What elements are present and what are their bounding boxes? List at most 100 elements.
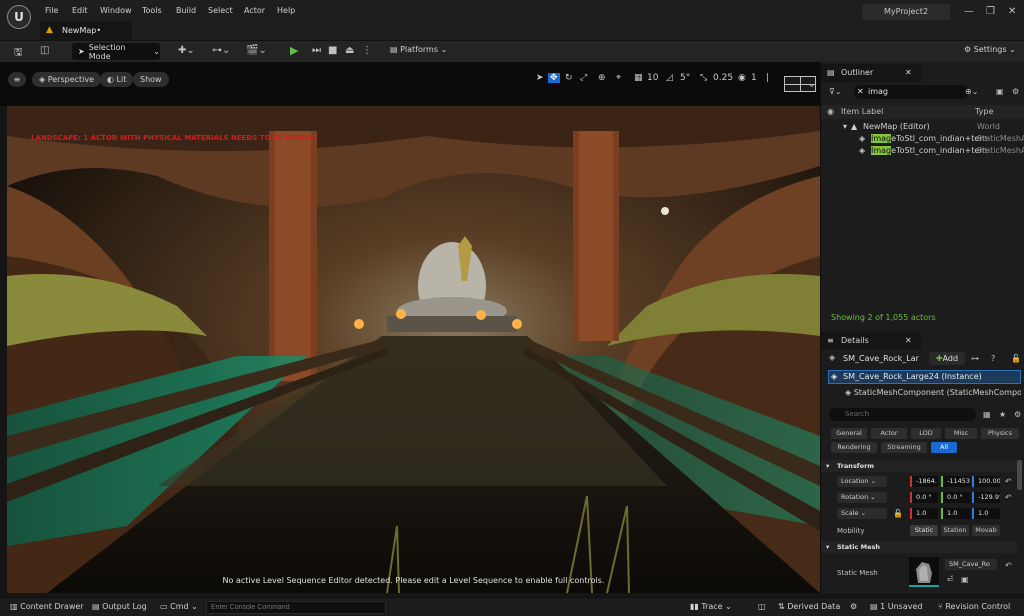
rotation-snap-value[interactable]: 5° <box>680 73 690 83</box>
output-log-button[interactable]: ▤ Output Log <box>92 602 147 611</box>
viewport-menu-button[interactable]: ≡ <box>8 72 26 87</box>
menu-tools[interactable]: Tools <box>142 6 162 15</box>
details-search-input[interactable]: Search <box>829 408 976 421</box>
component-row[interactable]: ◈ StaticMeshComponent (StaticMeshCompone… <box>845 387 1021 399</box>
menu-window[interactable]: Window <box>100 6 132 15</box>
add-filter-icon[interactable]: ⊕⌄ <box>965 87 978 96</box>
mesh-thumbnail[interactable] <box>909 557 939 587</box>
transform-section-header[interactable]: ▾ Transform <box>821 460 1017 472</box>
derived-data-button[interactable]: ⇅ Derived Data <box>778 602 840 611</box>
surface-snap-icon[interactable]: ⌖ <box>616 73 621 83</box>
stop-icon[interactable]: ■ <box>328 45 337 56</box>
reset-icon[interactable]: ↶ <box>1005 561 1012 570</box>
blueprint-icon[interactable]: ⊶ <box>971 354 979 363</box>
play-icon[interactable]: ▶ <box>290 44 304 58</box>
minimize-icon[interactable]: — <box>964 6 974 17</box>
category-lod[interactable]: LOD <box>911 428 941 439</box>
menu-file[interactable]: File <box>45 6 58 15</box>
close-window-icon[interactable]: ✕ <box>1008 6 1016 17</box>
details-scrollbar[interactable] <box>1017 460 1022 490</box>
column-item-label[interactable]: Item Label <box>841 105 883 119</box>
category-misc[interactable]: Misc <box>945 428 977 439</box>
unsaved-button[interactable]: ▤ 1 Unsaved <box>870 602 922 611</box>
menu-help[interactable]: Help <box>277 6 295 15</box>
mesh-dropdown[interactable]: SM_Cave_Ro ⌄ <box>945 559 997 579</box>
column-type[interactable]: Type <box>975 105 993 119</box>
lit-button[interactable]: ◐ Lit <box>100 72 134 87</box>
table-view-icon[interactable]: ▦ <box>983 410 991 419</box>
scale-y-input[interactable]: 1.0 <box>941 508 971 519</box>
location-x-input[interactable]: -1864. <box>910 476 938 487</box>
rotation-snap-icon[interactable]: ◿ <box>666 73 673 83</box>
menu-edit[interactable]: Edit <box>72 6 88 15</box>
scale-x-input[interactable]: 1.0 <box>910 508 938 519</box>
lock-icon[interactable]: 🔓 <box>893 509 903 518</box>
close-tab-icon[interactable]: ✕ <box>905 64 912 82</box>
add-component-button[interactable]: ✚Add <box>929 352 965 365</box>
content-drawer-button[interactable]: ▥ Content Drawer <box>10 602 84 611</box>
revision-control-button[interactable]: ⑂ Revision Control <box>938 602 1010 611</box>
source-control-icon[interactable]: ⚙ <box>850 602 857 611</box>
selected-instance-row[interactable]: ◈ SM_Cave_Rock_Large24 (Instance) <box>828 370 1021 384</box>
category-all[interactable]: All <box>931 442 957 453</box>
scale-snap-value[interactable]: 0.25 <box>713 73 733 83</box>
trace-button[interactable]: ▮▮ Trace ⌄ <box>690 602 732 611</box>
console-command-input[interactable] <box>206 601 386 614</box>
selection-mode-button[interactable]: ➤ Selection Mode ⌄ <box>72 43 160 61</box>
step-icon[interactable]: ⏭ <box>312 45 321 56</box>
broadcast-icon[interactable]: ◫ <box>758 602 766 611</box>
cinematics-icon[interactable]: 🎬⌄ <box>246 45 267 56</box>
help-icon[interactable]: ? <box>991 354 995 363</box>
save-icon[interactable]: 🖫 <box>14 45 23 62</box>
settings-button[interactable]: ⚙ Settings ⌄ <box>964 45 1016 54</box>
location-y-input[interactable]: -11453 <box>941 476 971 487</box>
outliner-tab[interactable]: ▤ Outliner ✕ <box>821 64 921 82</box>
level-viewport[interactable]: LANDSCAPE: 1 ACTOR WITH PHYSICAL MATERIA… <box>7 106 820 593</box>
reset-icon[interactable]: ↶ <box>1005 493 1012 502</box>
scale-tool-icon[interactable]: ⤢ <box>580 73 587 83</box>
eye-icon[interactable]: ◉ <box>827 105 834 119</box>
camera-speed-icon[interactable]: ◉ <box>738 73 746 83</box>
browse-icon[interactable]: ▣ <box>961 575 969 584</box>
outliner-search-input[interactable]: ✕ imag <box>854 85 969 99</box>
scale-dropdown[interactable]: Scale ⌄ <box>837 508 887 519</box>
menu-select[interactable]: Select <box>208 6 233 15</box>
rotate-tool-icon[interactable]: ↻ <box>565 73 573 83</box>
outliner-row-world[interactable]: ▾ ▲ NewMap (Editor) World <box>821 121 1024 133</box>
grid-snap-icon[interactable]: ▦ <box>634 73 643 83</box>
expand-arrow-icon[interactable]: ▾ <box>843 121 847 133</box>
category-general[interactable]: General <box>831 428 867 439</box>
select-tool-icon[interactable]: ➤ <box>536 73 544 83</box>
chevron-down-icon[interactable]: ⌄ <box>808 80 816 90</box>
menu-actor[interactable]: Actor <box>244 6 265 15</box>
location-dropdown[interactable]: Location ⌄ <box>837 476 887 487</box>
menu-build[interactable]: Build <box>176 6 196 15</box>
scale-snap-icon[interactable]: ⤡ <box>700 73 707 83</box>
outliner-row-mesh-2[interactable]: ◈ ImageToStl_com_indian+tem StaticMeshAc <box>821 145 1024 157</box>
close-tab-icon[interactable]: ✕ <box>905 332 912 350</box>
show-button[interactable]: Show <box>133 72 169 87</box>
mobility-movable[interactable]: Movab <box>972 525 1000 536</box>
cmd-button[interactable]: ▭ Cmd ⌄ <box>160 602 198 611</box>
unreal-logo-icon[interactable]: U <box>7 5 31 29</box>
content-browser-icon[interactable]: ◫ <box>40 45 49 56</box>
gear-icon[interactable]: ⚙ <box>1012 87 1019 96</box>
maximize-icon[interactable]: ❐ <box>986 6 995 17</box>
add-folder-icon[interactable]: ▣ <box>996 87 1004 96</box>
perspective-button[interactable]: ◈ Perspective <box>32 72 102 87</box>
world-space-icon[interactable]: ⊕ <box>598 73 606 83</box>
favorite-star-icon[interactable]: ★ <box>999 410 1006 419</box>
rotation-dropdown[interactable]: Rotation ⌄ <box>837 492 887 503</box>
platforms-button[interactable]: ▤ Platforms ⌄ <box>390 45 447 54</box>
rotation-x-input[interactable]: 0.0 ° <box>910 492 938 503</box>
translate-tool-icon[interactable]: ✥ <box>548 73 560 83</box>
eject-icon[interactable]: ⏏ <box>345 45 354 56</box>
outliner-row-mesh-1[interactable]: ◈ ImageToStl_com_indian+tem StaticMeshAc <box>821 133 1024 145</box>
lock-icon[interactable]: 🔓 <box>1011 354 1021 363</box>
details-tab[interactable]: ≡ Details ✕ <box>821 332 921 350</box>
reset-icon[interactable]: ↶ <box>1005 477 1012 486</box>
add-actor-icon[interactable]: ✚⌄ <box>178 45 195 56</box>
rotation-y-input[interactable]: 0.0 ° <box>941 492 971 503</box>
category-physics[interactable]: Physics <box>981 428 1019 439</box>
blueprint-icon[interactable]: ⊶⌄ <box>212 45 230 56</box>
